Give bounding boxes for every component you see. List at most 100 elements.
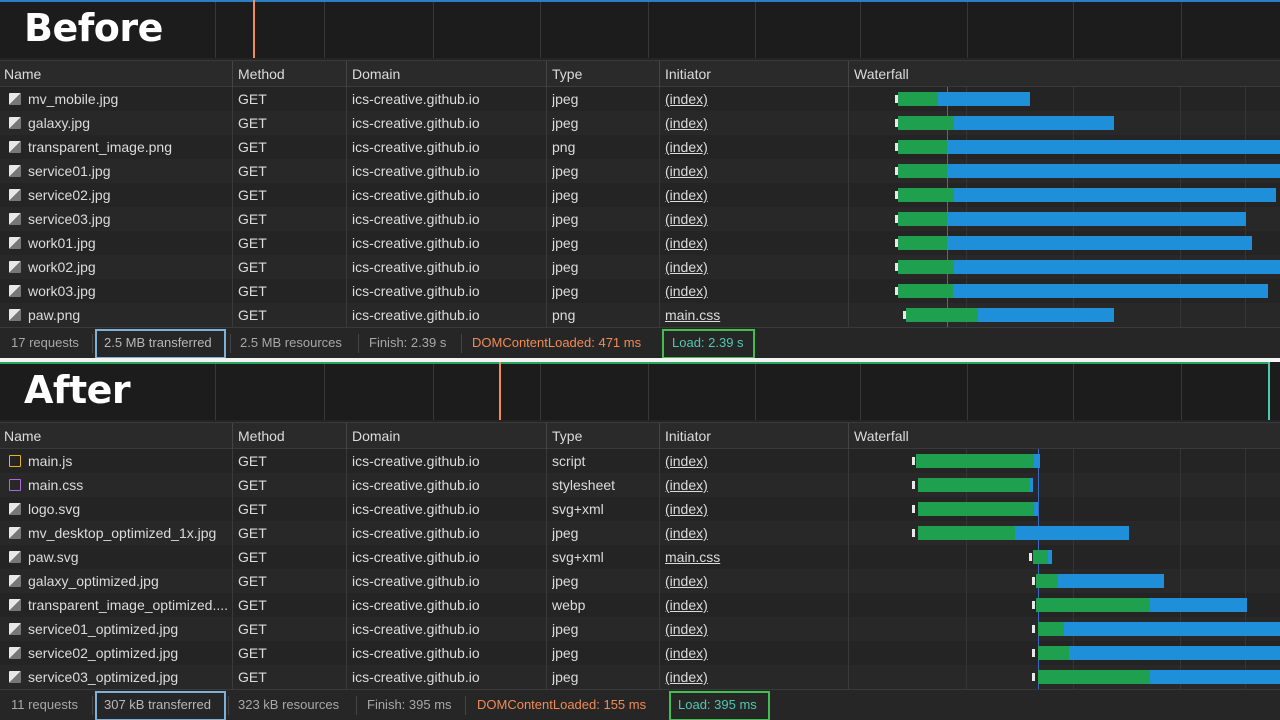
waterfall-download-segment (1034, 502, 1038, 516)
waterfall-bar[interactable] (850, 236, 1280, 250)
request-initiator-link[interactable]: (index) (665, 497, 845, 521)
request-initiator-link[interactable]: (index) (665, 449, 845, 473)
header-initiator[interactable]: Initiator (661, 423, 711, 449)
header-waterfall[interactable]: Waterfall (850, 61, 909, 87)
request-type: jpeg (552, 621, 579, 637)
waterfall-bar[interactable] (850, 622, 1280, 636)
header-waterfall[interactable]: Waterfall (850, 423, 909, 449)
request-initiator-link[interactable]: (index) (665, 521, 845, 545)
request-domain: ics-creative.github.io (352, 91, 480, 107)
waterfall-download-segment (947, 164, 1280, 178)
request-domain: ics-creative.github.io (352, 283, 480, 299)
waterfall-download-segment (1069, 646, 1280, 660)
waterfall-bar[interactable] (850, 260, 1280, 274)
request-name: logo.svg (28, 501, 81, 517)
timeline-gridline (433, 0, 434, 58)
dom-content-loaded-time: DOMContentLoaded: 471 ms (472, 335, 642, 350)
request-name: galaxy.jpg (28, 115, 91, 131)
request-initiator-link[interactable]: (index) (665, 473, 845, 497)
waterfall-bar[interactable] (850, 116, 1280, 130)
request-initiator-link[interactable]: (index) (665, 111, 845, 135)
waterfall-download-segment (1030, 478, 1033, 492)
column-divider (346, 423, 347, 449)
waterfall-waiting-segment (898, 92, 938, 106)
request-initiator-link[interactable]: (index) (665, 159, 845, 183)
image-icon (9, 575, 21, 587)
header-type[interactable]: Type (548, 423, 582, 449)
request-initiator-link[interactable]: (index) (665, 135, 845, 159)
status-divider (356, 696, 357, 715)
waterfall-bar[interactable] (850, 670, 1280, 684)
waterfall-waiting-segment (898, 116, 954, 130)
header-method[interactable]: Method (234, 61, 285, 87)
image-icon (9, 261, 21, 273)
request-initiator-link[interactable]: (index) (665, 665, 845, 689)
header-name[interactable]: Name (0, 423, 41, 449)
header-type[interactable]: Type (548, 61, 582, 87)
load-time: Load: 2.39 s (672, 335, 744, 350)
request-initiator-link[interactable]: (index) (665, 617, 845, 641)
request-initiator-link[interactable]: (index) (665, 255, 845, 279)
waterfall-download-segment (954, 116, 1114, 130)
request-domain: ics-creative.github.io (352, 453, 480, 469)
timeline-gridline (1073, 362, 1074, 420)
request-initiator-link[interactable]: main.css (665, 545, 845, 569)
waterfall-bar[interactable] (850, 454, 1280, 468)
status-bar: 11 requests 307 kB transferred 323 kB reso… (0, 689, 1280, 720)
waterfall-bar[interactable] (850, 140, 1280, 154)
header-domain[interactable]: Domain (348, 423, 400, 449)
request-domain: ics-creative.github.io (352, 645, 480, 661)
request-name: work03.jpg (28, 283, 96, 299)
timeline-gridline (1181, 362, 1182, 420)
request-initiator-link[interactable]: (index) (665, 593, 845, 617)
request-method: GET (238, 163, 267, 179)
timeline-load-marker (1268, 362, 1270, 420)
image-icon (9, 599, 21, 611)
request-type: jpeg (552, 115, 579, 131)
waterfall-bar[interactable] (850, 550, 1280, 564)
waterfall-waiting-segment (1038, 670, 1150, 684)
request-initiator-link[interactable]: main.css (665, 303, 845, 327)
overview-timeline[interactable]: After (0, 362, 1280, 420)
column-divider (346, 87, 347, 327)
overview-timeline[interactable]: Before (0, 0, 1280, 58)
waterfall-download-segment (947, 236, 1252, 250)
status-divider (461, 334, 462, 353)
header-name[interactable]: Name (0, 61, 41, 87)
waterfall-download-segment (1015, 526, 1129, 540)
request-initiator-link[interactable]: (index) (665, 207, 845, 231)
waterfall-bar[interactable] (850, 164, 1280, 178)
request-initiator-link[interactable]: (index) (665, 569, 845, 593)
request-initiator-link[interactable]: (index) (665, 279, 845, 303)
request-initiator-link[interactable]: (index) (665, 231, 845, 255)
column-divider (346, 61, 347, 87)
waterfall-waiting-segment (1036, 574, 1058, 588)
request-name: work01.jpg (28, 235, 96, 251)
waterfall-bar[interactable] (850, 502, 1280, 516)
column-divider (659, 423, 660, 449)
waterfall-download-segment (1064, 622, 1280, 636)
finish-time: Finish: 2.39 s (369, 335, 447, 350)
waterfall-bar[interactable] (850, 212, 1280, 226)
waterfall-bar[interactable] (850, 188, 1280, 202)
waterfall-bar[interactable] (850, 526, 1280, 540)
waterfall-bar[interactable] (850, 574, 1280, 588)
waterfall-bar[interactable] (850, 598, 1280, 612)
waterfall-download-segment (953, 284, 1268, 298)
header-method[interactable]: Method (234, 423, 285, 449)
timeline-gridline (540, 0, 541, 58)
waterfall-bar[interactable] (850, 308, 1280, 322)
waterfall-bar[interactable] (850, 646, 1280, 660)
waterfall-bar[interactable] (850, 478, 1280, 492)
request-domain: ics-creative.github.io (352, 211, 480, 227)
request-name: main.js (28, 453, 73, 469)
request-initiator-link[interactable]: (index) (665, 641, 845, 665)
header-domain[interactable]: Domain (348, 61, 400, 87)
waterfall-bar[interactable] (850, 284, 1280, 298)
waterfall-waiting-segment (906, 308, 978, 322)
waterfall-bar[interactable] (850, 92, 1280, 106)
request-method: GET (238, 91, 267, 107)
header-initiator[interactable]: Initiator (661, 61, 711, 87)
request-initiator-link[interactable]: (index) (665, 183, 845, 207)
request-initiator-link[interactable]: (index) (665, 87, 845, 111)
